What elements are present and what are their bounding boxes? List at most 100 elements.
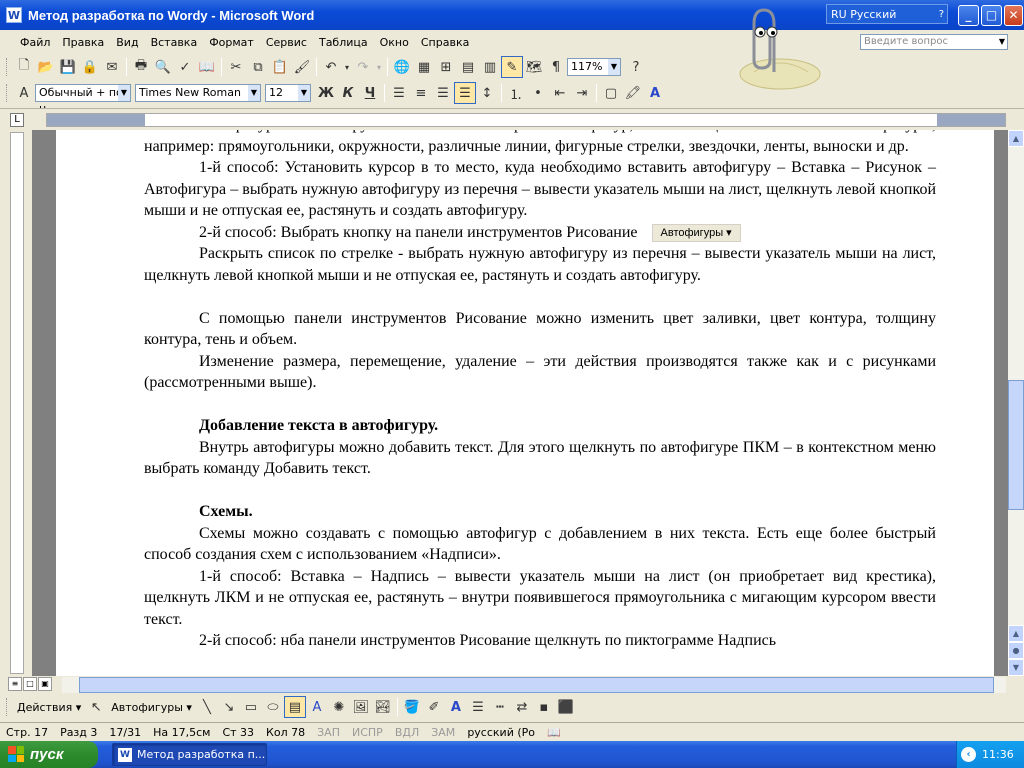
line-color-icon[interactable]: ✐	[423, 696, 445, 718]
chevron-down-icon[interactable]: ▼	[608, 59, 620, 75]
line-style-icon[interactable]: ☰	[467, 696, 489, 718]
arrow-style-icon[interactable]: ⇄	[511, 696, 533, 718]
print-preview-icon[interactable]: 🔍	[152, 56, 174, 78]
wordart-icon[interactable]: A	[306, 696, 328, 718]
document-paragraph[interactable]: 1-й способ: Вставка – Надпись – вывести …	[144, 566, 936, 631]
minimize-button[interactable]: _	[958, 5, 979, 26]
clock[interactable]: 11:36	[982, 748, 1014, 761]
document-heading[interactable]: Схемы.	[144, 501, 936, 523]
ruler-bar[interactable]	[46, 113, 1006, 127]
chevron-down-icon[interactable]: ▼	[248, 85, 260, 101]
hyperlink-icon[interactable]: 🌐	[391, 56, 413, 78]
status-rec[interactable]: ЗАП	[311, 726, 346, 739]
previous-page-button[interactable]: ▲	[1008, 625, 1024, 642]
new-document-icon[interactable]: 🗋	[13, 56, 35, 78]
drawing-toggle-icon[interactable]: ✎	[501, 56, 523, 78]
document-paragraph[interactable]: Внутрь автофигуры можно добавить текст. …	[144, 437, 936, 480]
document-paragraph[interactable]: 1-й способ: Установить курсор в то место…	[144, 157, 936, 222]
text-box-icon[interactable]: ▤	[283, 696, 306, 718]
next-page-button[interactable]: ▼	[1008, 659, 1024, 676]
menu-view[interactable]: Вид	[110, 36, 144, 49]
shadow-icon[interactable]: ▪	[533, 696, 555, 718]
borders-icon[interactable]: ▢	[600, 82, 622, 104]
ruler-bar[interactable]	[10, 132, 24, 674]
toolbar-grip[interactable]	[6, 58, 9, 76]
normal-view-icon[interactable]: ≡	[8, 677, 22, 691]
spelling-icon[interactable]: ✓	[174, 56, 196, 78]
toolbar-grip[interactable]	[6, 84, 9, 102]
undo-dropdown-icon[interactable]: ▾	[342, 56, 352, 78]
decrease-indent-icon[interactable]: ⇤	[549, 82, 571, 104]
vertical-scrollbar[interactable]: ▲ ▲ ● ▼	[1008, 130, 1024, 676]
undo-icon[interactable]: ↶	[320, 56, 342, 78]
clipart-icon[interactable]: 🖼	[350, 696, 372, 718]
page[interactable]: Автофигуры – это группа готовых геометри…	[56, 130, 994, 676]
document-paragraph[interactable]: 2-й способ: Выбрать кнопку на панели инс…	[144, 222, 936, 244]
permission-icon[interactable]: 🔒	[79, 56, 101, 78]
research-icon[interactable]: 📖	[196, 56, 218, 78]
menu-insert[interactable]: Вставка	[145, 36, 204, 49]
start-button[interactable]: пуск	[0, 741, 98, 768]
show-hide-icon[interactable]: ¶	[545, 56, 567, 78]
line-icon[interactable]: ╲	[196, 696, 218, 718]
styles-formatting-icon[interactable]: A	[13, 82, 35, 104]
bullets-icon[interactable]: •	[527, 82, 549, 104]
menu-tools[interactable]: Сервис	[260, 36, 313, 49]
browse-object-button[interactable]: ●	[1008, 642, 1024, 659]
document-text[interactable]: Автофигуры – это группа готовых геометри…	[144, 130, 936, 652]
insert-table-icon[interactable]: ⊞	[435, 56, 457, 78]
print-view-icon[interactable]: ▣	[38, 677, 52, 691]
scroll-thumb[interactable]	[79, 677, 994, 693]
network-icon[interactable]: ‹	[961, 747, 976, 762]
bold-button[interactable]: Ж	[315, 82, 337, 104]
copy-icon[interactable]: ⧉	[247, 56, 269, 78]
spelling-status-icon[interactable]: 📖	[541, 726, 567, 739]
3d-icon[interactable]: ⬛	[555, 696, 577, 718]
language-bar[interactable]: RU Русский ?	[826, 4, 948, 24]
document-paragraph[interactable]: Раскрыть список по стрелке - выбрать нуж…	[144, 243, 936, 286]
status-trk[interactable]: ИСПР	[346, 726, 389, 739]
document-paragraph[interactable]: Изменение размера, перемещение, удаление…	[144, 351, 936, 394]
insert-excel-icon[interactable]: ▤	[457, 56, 479, 78]
select-pointer-icon[interactable]: ↖	[85, 696, 107, 718]
ask-question-input[interactable]: Введите вопрос ▼	[860, 34, 1008, 50]
office-assistant-icon[interactable]	[724, 2, 824, 94]
font-select[interactable]: Times New Roman ▼	[135, 84, 261, 102]
scroll-up-button[interactable]: ▲	[1008, 130, 1024, 147]
justify-icon[interactable]: ☰	[454, 82, 476, 104]
chevron-down-icon[interactable]: ▼	[298, 85, 310, 101]
horizontal-ruler[interactable]: L	[0, 108, 1024, 130]
arrow-icon[interactable]: ↘	[218, 696, 240, 718]
close-button[interactable]: ✕	[1004, 5, 1023, 26]
tab-selector[interactable]: L	[10, 113, 24, 127]
tables-borders-icon[interactable]: ▦	[413, 56, 435, 78]
document-area[interactable]: Автофигуры – это группа готовых геометри…	[32, 130, 1008, 676]
dash-style-icon[interactable]: ┅	[489, 696, 511, 718]
status-ext[interactable]: ВДЛ	[389, 726, 425, 739]
insert-picture-icon[interactable]: 🏞	[372, 696, 394, 718]
taskbar-item-word[interactable]: W Метод разработка п...	[112, 743, 267, 766]
menu-file[interactable]: Файл	[14, 36, 56, 49]
cut-icon[interactable]: ✂	[225, 56, 247, 78]
document-paragraph[interactable]: Автофигуры – это группа готовых геометри…	[144, 130, 936, 157]
font-color-icon[interactable]: A	[445, 696, 467, 718]
horizontal-scrollbar[interactable]	[62, 677, 1006, 693]
vertical-ruler[interactable]	[0, 130, 32, 676]
fill-color-icon[interactable]: 🪣	[401, 696, 423, 718]
menu-table[interactable]: Таблица	[313, 36, 374, 49]
oval-icon[interactable]: ⬭	[262, 696, 284, 718]
chevron-down-icon[interactable]: ▼	[999, 35, 1005, 49]
increase-indent-icon[interactable]: ⇥	[571, 82, 593, 104]
document-paragraph[interactable]: Схемы можно создавать с помощью автофигу…	[144, 523, 936, 566]
highlight-icon[interactable]: 🖍	[622, 82, 644, 104]
format-painter-icon[interactable]: 🖌	[291, 56, 313, 78]
autoshapes-menu[interactable]: Автофигуры ▾	[107, 701, 196, 714]
web-view-icon[interactable]: □	[23, 677, 37, 691]
open-folder-icon[interactable]: 📂	[35, 56, 57, 78]
redo-dropdown-icon[interactable]: ▾	[374, 56, 384, 78]
columns-icon[interactable]: ▥	[479, 56, 501, 78]
language-indicator[interactable]: RU Русский	[831, 8, 896, 21]
menu-edit[interactable]: Правка	[56, 36, 110, 49]
status-language[interactable]: русский (Ро	[461, 726, 541, 739]
paste-icon[interactable]: 📋	[269, 56, 291, 78]
